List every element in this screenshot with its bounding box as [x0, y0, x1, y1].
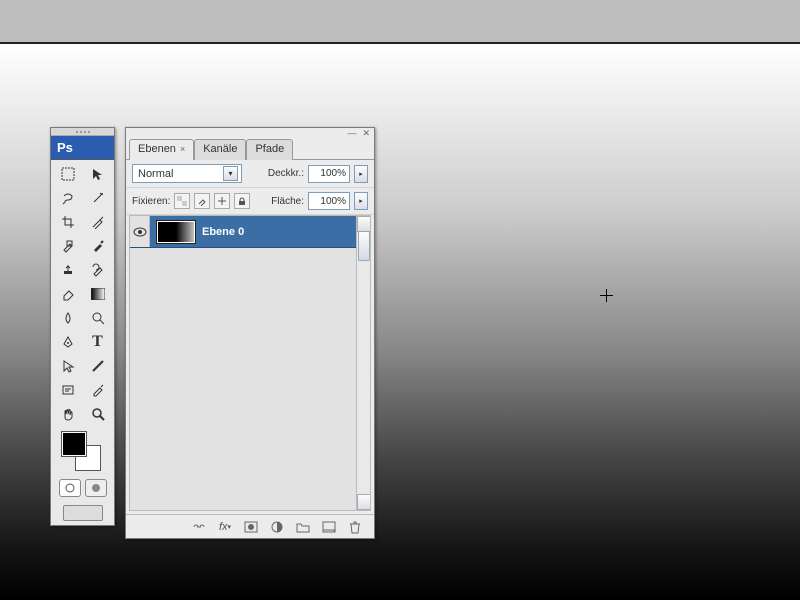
- eyedropper-tool-icon[interactable]: [83, 378, 112, 401]
- magic-wand-tool-icon[interactable]: [83, 186, 112, 209]
- screen-mode-row: [51, 501, 114, 525]
- chevron-down-icon[interactable]: ▾: [223, 166, 238, 181]
- opacity-label: Deckkr.:: [268, 168, 304, 179]
- healing-brush-tool-icon[interactable]: [53, 234, 82, 257]
- hand-tool-icon[interactable]: [53, 402, 82, 425]
- scrollbar-thumb[interactable]: [358, 231, 370, 261]
- visibility-toggle-icon[interactable]: [130, 216, 150, 247]
- foreground-color-swatch[interactable]: [61, 431, 87, 457]
- lock-all-icon[interactable]: [234, 193, 250, 209]
- close-icon[interactable]: ×: [180, 144, 185, 154]
- fill-label: Fläche:: [271, 196, 304, 207]
- crosshair-cursor: [600, 289, 613, 302]
- document-canvas[interactable]: Ps T: [0, 44, 800, 600]
- layer-name-label[interactable]: Ebene 0: [202, 226, 370, 238]
- layers-panel: — ✕ Ebenen× Kanäle Pfade Normal ▾ Deckkr…: [125, 127, 375, 539]
- delete-layer-icon[interactable]: [346, 518, 364, 536]
- new-layer-icon[interactable]: [320, 518, 338, 536]
- new-group-icon[interactable]: [294, 518, 312, 536]
- path-select-tool-icon[interactable]: [53, 354, 82, 377]
- opacity-slider-icon[interactable]: ▸: [354, 165, 368, 183]
- app-top-bar: [0, 0, 800, 42]
- slice-tool-icon[interactable]: [83, 210, 112, 233]
- blur-tool-icon[interactable]: [53, 306, 82, 329]
- opacity-field[interactable]: 100%: [308, 165, 350, 183]
- lasso-tool-icon[interactable]: [53, 186, 82, 209]
- lock-transparent-icon[interactable]: [174, 193, 190, 209]
- history-brush-tool-icon[interactable]: [83, 258, 112, 281]
- crop-tool-icon[interactable]: [53, 210, 82, 233]
- move-tool-icon[interactable]: [83, 162, 112, 185]
- tab-layers[interactable]: Ebenen×: [129, 139, 194, 160]
- tool-grid: T: [51, 160, 114, 427]
- layer-list: Ebene 0: [129, 215, 371, 511]
- layer-fx-icon[interactable]: fx▾: [216, 518, 234, 536]
- pen-tool-icon[interactable]: [53, 330, 82, 353]
- panel-tabs: Ebenen× Kanäle Pfade: [126, 138, 374, 160]
- adjustment-layer-icon[interactable]: [268, 518, 286, 536]
- quickmask-mode-icon[interactable]: [85, 479, 107, 497]
- brush-tool-icon[interactable]: [83, 234, 112, 257]
- panel-close-icon[interactable]: ✕: [362, 128, 370, 139]
- layer-scrollbar[interactable]: [356, 216, 370, 510]
- toolbox-palette: Ps T: [50, 127, 115, 526]
- clone-stamp-tool-icon[interactable]: [53, 258, 82, 281]
- notes-tool-icon[interactable]: [53, 378, 82, 401]
- lock-pixels-icon[interactable]: [194, 193, 210, 209]
- layers-panel-footer: fx▾: [126, 514, 374, 538]
- zoom-tool-icon[interactable]: [83, 402, 112, 425]
- fill-field[interactable]: 100%: [308, 192, 350, 210]
- line-tool-icon[interactable]: [83, 354, 112, 377]
- dodge-tool-icon[interactable]: [83, 306, 112, 329]
- tab-channels[interactable]: Kanäle: [194, 139, 246, 160]
- quickmask-row: [51, 475, 114, 501]
- blend-mode-select[interactable]: Normal ▾: [132, 164, 242, 183]
- eraser-tool-icon[interactable]: [53, 282, 82, 305]
- marquee-tool-icon[interactable]: [53, 162, 82, 185]
- layer-thumbnail[interactable]: [156, 220, 196, 244]
- fill-slider-icon[interactable]: ▸: [354, 192, 368, 210]
- lock-fill-row: Fixieren: Fläche: 100% ▸: [126, 188, 374, 215]
- layer-row[interactable]: Ebene 0: [130, 216, 370, 248]
- gradient-tool-icon[interactable]: [83, 282, 112, 305]
- type-tool-icon[interactable]: T: [83, 330, 112, 353]
- panel-window-controls: — ✕: [126, 128, 374, 138]
- link-layers-icon[interactable]: [190, 518, 208, 536]
- tab-paths[interactable]: Pfade: [246, 139, 293, 160]
- color-swatches: [51, 427, 114, 475]
- standard-mode-icon[interactable]: [59, 479, 81, 497]
- screen-mode-button[interactable]: [63, 505, 103, 521]
- lock-position-icon[interactable]: [214, 193, 230, 209]
- lock-icons: [174, 193, 250, 209]
- add-mask-icon[interactable]: [242, 518, 260, 536]
- panel-minimize-icon[interactable]: —: [347, 128, 356, 138]
- blend-opacity-row: Normal ▾ Deckkr.: 100% ▸: [126, 160, 374, 188]
- lock-label: Fixieren:: [132, 196, 170, 207]
- toolbox-grip[interactable]: [51, 128, 114, 136]
- app-logo: Ps: [51, 136, 114, 160]
